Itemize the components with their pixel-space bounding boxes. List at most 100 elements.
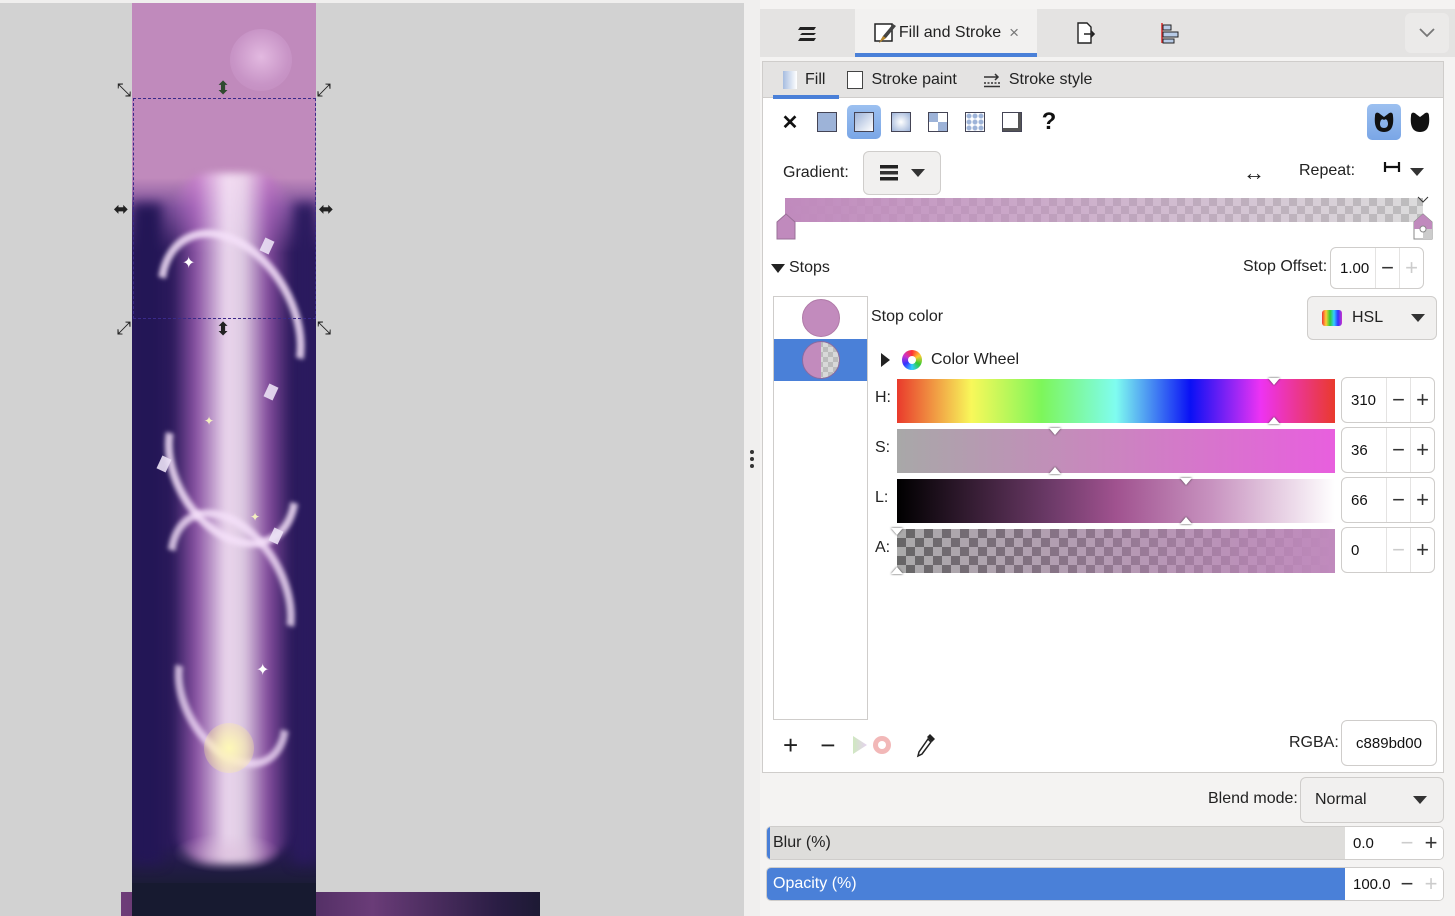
dock-resize-handle[interactable] bbox=[744, 0, 760, 916]
tab-stroke-paint[interactable]: Stroke paint bbox=[837, 62, 966, 98]
opacity-spinbox[interactable]: 100.0 − + bbox=[1345, 868, 1443, 900]
slider-marker-bottom[interactable] bbox=[1048, 467, 1061, 474]
alpha-slider-row: A: 0 − + bbox=[875, 527, 1435, 574]
scale-handle-top-right[interactable]: ⤢ bbox=[315, 81, 333, 99]
saturation-decrement[interactable]: − bbox=[1386, 428, 1410, 472]
tab-fill-and-stroke[interactable]: Fill and Stroke × bbox=[855, 9, 1037, 57]
saturation-increment[interactable]: + bbox=[1410, 428, 1434, 472]
swatch-button[interactable] bbox=[995, 105, 1029, 139]
stop-offset-label: Stop Offset: bbox=[1243, 258, 1328, 275]
repeat-dropdown-arrow-icon[interactable] bbox=[1410, 168, 1424, 176]
slider-marker-top[interactable] bbox=[891, 528, 903, 535]
tab-stroke-style[interactable]: Stroke style bbox=[973, 62, 1103, 98]
slider-marker-bottom[interactable] bbox=[891, 567, 903, 574]
mesh-gradient-button[interactable] bbox=[921, 105, 955, 139]
rgba-input[interactable]: c889bd00 bbox=[1341, 720, 1437, 766]
stop-offset-decrement[interactable]: − bbox=[1375, 248, 1399, 288]
fill-rule-nonzero-button[interactable] bbox=[1403, 104, 1437, 140]
fill-rule-nonzero-icon bbox=[1410, 112, 1430, 132]
saturation-spinbox[interactable]: 36 − + bbox=[1341, 427, 1435, 473]
no-paint-button[interactable]: ✕ bbox=[773, 105, 807, 139]
dock-menu-button[interactable] bbox=[1405, 13, 1449, 53]
unset-paint-button[interactable]: ? bbox=[1032, 105, 1066, 139]
slider-marker-top[interactable] bbox=[1268, 378, 1281, 385]
hue-slider-row: H: 310 − + bbox=[875, 377, 1435, 424]
blur-value[interactable]: 0.0 bbox=[1345, 835, 1395, 852]
scale-handle-bottom[interactable]: ⬍ bbox=[214, 320, 232, 338]
color-wheel-expander[interactable]: Color Wheel bbox=[881, 348, 1019, 372]
opacity-slider-track[interactable]: Opacity (%) bbox=[767, 868, 1345, 900]
stop-offset-value[interactable]: 1.00 bbox=[1331, 260, 1375, 277]
lightness-spinbox[interactable]: 66 − + bbox=[1341, 477, 1435, 523]
lightness-value[interactable]: 66 bbox=[1342, 492, 1386, 509]
gradient-selector[interactable] bbox=[862, 151, 941, 195]
dropdown-arrow-icon bbox=[1411, 314, 1426, 322]
hue-value[interactable]: 310 bbox=[1342, 392, 1386, 409]
add-stop-button[interactable]: + bbox=[783, 732, 798, 758]
fill-rule-evenodd-button[interactable] bbox=[1367, 104, 1401, 140]
alpha-increment[interactable]: + bbox=[1410, 528, 1434, 572]
slider-marker-top[interactable] bbox=[1048, 428, 1061, 435]
blur-spinbox[interactable]: 0.0 − + bbox=[1345, 827, 1443, 859]
radial-gradient-button[interactable] bbox=[884, 105, 918, 139]
color-mode-selector[interactable]: HSL bbox=[1307, 296, 1437, 340]
lightness-decrement[interactable]: − bbox=[1386, 478, 1410, 522]
slider-marker-bottom[interactable] bbox=[1180, 517, 1193, 524]
pattern-button[interactable] bbox=[958, 105, 992, 139]
tab-fill[interactable]: Fill bbox=[763, 62, 840, 99]
scale-handle-right[interactable]: ⬌ bbox=[317, 200, 335, 218]
artwork-gradient-column[interactable]: ✦ ✦ ✦ ✦ bbox=[132, 3, 316, 916]
opacity-decrement[interactable]: − bbox=[1395, 868, 1419, 900]
tab-stroke-paint-label: Stroke paint bbox=[871, 70, 957, 88]
slider-marker-top[interactable] bbox=[1180, 478, 1193, 485]
alpha-spinbox[interactable]: 0 − + bbox=[1341, 527, 1435, 573]
tab-layers[interactable] bbox=[760, 9, 855, 57]
blur-slider-track[interactable]: Blur (%) bbox=[767, 827, 1345, 859]
tab-export[interactable] bbox=[1037, 9, 1132, 57]
paint-tabs: Fill Stroke paint Stroke style bbox=[763, 62, 1443, 99]
hue-spinbox[interactable]: 310 − + bbox=[1341, 377, 1435, 423]
remove-stop-button[interactable]: − bbox=[820, 732, 835, 758]
color-mode-value: HSL bbox=[1352, 309, 1384, 326]
hue-increment[interactable]: + bbox=[1410, 378, 1434, 422]
gradient-stop-handle-start[interactable] bbox=[776, 213, 796, 241]
alpha-slider[interactable] bbox=[891, 528, 1335, 574]
blur-increment[interactable]: + bbox=[1419, 827, 1443, 859]
gradient-preview-bar[interactable] bbox=[785, 198, 1423, 222]
alpha-value[interactable]: 0 bbox=[1342, 542, 1386, 559]
lightness-increment[interactable]: + bbox=[1410, 478, 1434, 522]
tab-align[interactable] bbox=[1132, 9, 1207, 57]
scale-handle-top-left[interactable]: ⤡ bbox=[115, 81, 133, 99]
linear-gradient-button[interactable] bbox=[847, 105, 881, 139]
scale-handle-bottom-left[interactable]: ⤢ bbox=[115, 319, 133, 337]
slider-marker-bottom[interactable] bbox=[1268, 417, 1281, 424]
dock-tab-bar: Fill and Stroke × bbox=[760, 9, 1455, 57]
scale-handle-left[interactable]: ⬌ bbox=[112, 200, 130, 218]
eyedropper-icon[interactable] bbox=[915, 732, 937, 758]
canvas[interactable]: ✦ ✦ ✦ ✦ ⤡ ⬍ ⤢ ⬌ ⬌ ⤢ ⬍ ⤡ bbox=[0, 0, 744, 916]
repeat-mode-icon[interactable] bbox=[1383, 160, 1401, 178]
stops-title[interactable]: Stops bbox=[789, 259, 830, 277]
flat-color-button[interactable] bbox=[810, 105, 844, 139]
saturation-value[interactable]: 36 bbox=[1342, 442, 1386, 459]
opacity-value[interactable]: 100.0 bbox=[1345, 876, 1395, 893]
gradient-stop-handle-end[interactable] bbox=[1413, 213, 1433, 241]
stop-color-label: Stop color bbox=[871, 308, 944, 325]
blend-mode-selector[interactable]: Normal bbox=[1300, 777, 1444, 823]
saturation-slider[interactable] bbox=[897, 428, 1335, 474]
close-tab-icon[interactable]: × bbox=[1009, 23, 1019, 43]
artwork-base-glow bbox=[172, 833, 282, 873]
stop-list-item[interactable] bbox=[774, 297, 867, 339]
lightness-slider[interactable] bbox=[897, 478, 1335, 524]
scale-handle-bottom-right[interactable]: ⤡ bbox=[315, 319, 333, 337]
scale-handle-top[interactable]: ⬍ bbox=[214, 79, 232, 97]
stop-list-item-selected[interactable] bbox=[774, 339, 867, 381]
stop-offset-spinbox[interactable]: 1.00 − + bbox=[1330, 247, 1424, 289]
reverse-gradient-button[interactable]: ↔ bbox=[1243, 160, 1265, 186]
blur-label: Blur (%) bbox=[773, 834, 831, 851]
stops-expander-icon[interactable] bbox=[771, 263, 785, 273]
dropdown-arrow-icon bbox=[910, 169, 925, 177]
hue-slider[interactable] bbox=[897, 378, 1335, 424]
hue-decrement[interactable]: − bbox=[1386, 378, 1410, 422]
color-gamut-icon[interactable] bbox=[851, 734, 893, 756]
